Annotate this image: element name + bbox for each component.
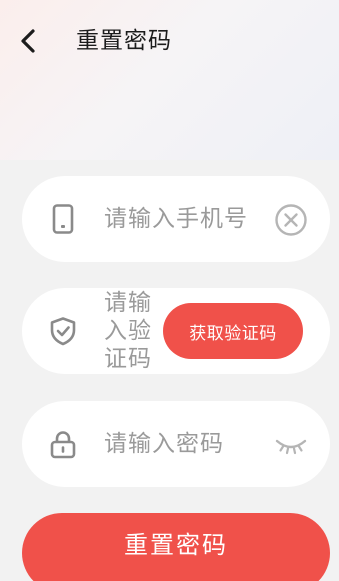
lock-icon [50,431,76,459]
clear-circle-icon[interactable] [274,203,308,237]
reset-password-button[interactable]: 重置密码 [22,513,330,581]
phone-input[interactable]: 请输入手机号 [104,203,248,235]
password-input[interactable]: 请输入密码 [104,428,224,460]
phone-icon [52,204,74,234]
page-title: 重置密码 [76,28,172,54]
header: 重置密码 [0,0,339,84]
password-field[interactable]: 请输入密码 [22,401,330,487]
eye-closed-icon[interactable] [274,428,308,462]
phone-field[interactable]: 请输入手机号 [22,176,330,262]
chevron-left-icon[interactable] [14,26,44,56]
verification-code-input[interactable]: 请输入验证码 [104,289,164,373]
get-code-button[interactable]: 获取验证码 [163,303,303,359]
shield-check-icon [50,317,76,346]
verification-code-field[interactable]: 请输入验证码 获取验证码 [22,288,330,374]
